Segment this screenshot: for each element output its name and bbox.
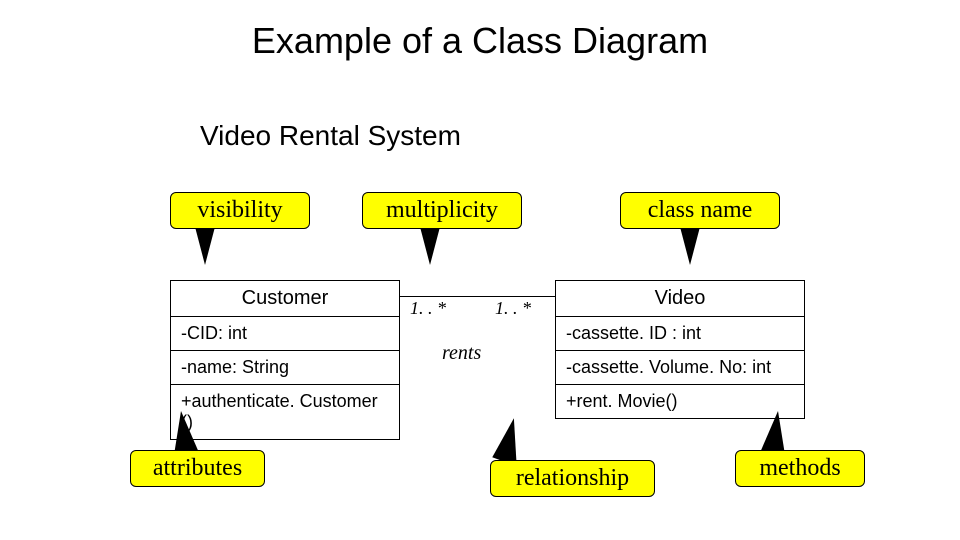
callout-relationship-pointer	[494, 417, 531, 465]
class-video-name: Video	[556, 281, 804, 317]
callout-multiplicity: multiplicity	[362, 192, 522, 229]
class-customer-method-0: +authenticate. Customer ()	[171, 385, 399, 439]
callout-multiplicity-pointer	[420, 224, 440, 264]
multiplicity-left: 1. . *	[410, 298, 446, 319]
callout-visibility-pointer	[195, 224, 215, 264]
callout-attributes-pointer	[175, 412, 199, 454]
callout-relationship: relationship	[490, 460, 655, 497]
association-label: rents	[442, 342, 481, 365]
subtitle: Video Rental System	[200, 120, 461, 152]
class-video-attr-1: -cassette. Volume. No: int	[556, 351, 804, 385]
multiplicity-right: 1. . *	[495, 298, 531, 319]
callout-class-name-pointer	[680, 224, 700, 264]
class-customer: Customer -CID: int -name: String +authen…	[170, 280, 400, 440]
class-customer-attr-0: -CID: int	[171, 317, 399, 351]
association-line	[400, 296, 555, 297]
callout-attributes: attributes	[130, 450, 265, 487]
page-title: Example of a Class Diagram	[0, 20, 960, 62]
callout-class-name: class name	[620, 192, 780, 229]
class-video: Video -cassette. ID : int -cassette. Vol…	[555, 280, 805, 419]
callout-visibility: visibility	[170, 192, 310, 229]
class-customer-name: Customer	[171, 281, 399, 317]
callout-methods: methods	[735, 450, 865, 487]
callout-methods-pointer	[760, 412, 784, 454]
class-video-attr-0: -cassette. ID : int	[556, 317, 804, 351]
class-customer-attr-1: -name: String	[171, 351, 399, 385]
